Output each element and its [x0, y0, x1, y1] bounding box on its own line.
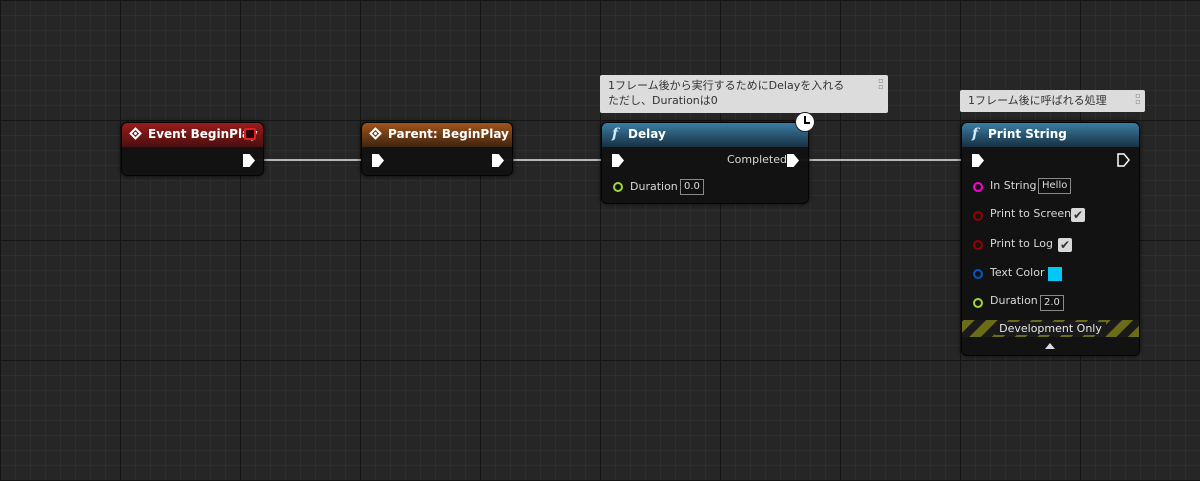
- duration-float-pin[interactable]: [613, 182, 623, 192]
- comment-line-2: ただし、Durationは0: [608, 94, 718, 107]
- completed-exec-output-pin[interactable]: [787, 154, 799, 167]
- node-header[interactable]: Event BeginPlay: [122, 123, 263, 147]
- in-string-value-field[interactable]: Hello: [1038, 178, 1072, 194]
- exec-input-pin[interactable]: [372, 154, 384, 167]
- duration-pin-label: Duration: [990, 294, 1038, 307]
- node-header[interactable]: Parent: BeginPlay: [362, 123, 512, 147]
- clock-icon: [795, 112, 815, 132]
- event-diamond-icon: [369, 127, 382, 140]
- print-string-node[interactable]: f Print String In String Hello Print to …: [961, 122, 1140, 356]
- delegate-square-icon[interactable]: [244, 128, 256, 140]
- duration-value-field[interactable]: 2.0: [1040, 295, 1064, 311]
- print-to-log-label: Print to Log: [990, 237, 1053, 250]
- node-title: Print String: [988, 127, 1067, 141]
- print-comment-bubble[interactable]: 1フレーム後に呼ばれる処理 ▫ ▫: [960, 90, 1145, 112]
- pin-icon[interactable]: ▫ ▫: [1134, 92, 1142, 106]
- print-to-log-checkbox[interactable]: ✔: [1058, 238, 1072, 252]
- completed-pin-label: Completed: [727, 153, 787, 166]
- text-color-swatch[interactable]: [1048, 267, 1062, 281]
- duration-value-field[interactable]: 0.0: [680, 179, 704, 195]
- node-header[interactable]: f Delay: [602, 123, 808, 147]
- pin-icon[interactable]: ▫ ▫: [877, 77, 885, 91]
- exec-output-pin[interactable]: [243, 154, 255, 167]
- parent-begin-play-node[interactable]: Parent: BeginPlay: [361, 122, 513, 176]
- function-f-icon: f: [972, 126, 979, 142]
- triangle-up-icon[interactable]: [1045, 343, 1055, 349]
- delay-node[interactable]: f Delay Completed Duration 0.0: [601, 122, 809, 204]
- comment-line-1: 1フレーム後から実行するためにDelayを入れる: [608, 79, 845, 92]
- function-f-icon: f: [612, 126, 619, 142]
- in-string-label: In String: [990, 179, 1037, 192]
- comment-line: 1フレーム後に呼ばれる処理: [968, 94, 1107, 107]
- event-diamond-icon: [129, 127, 142, 140]
- text-color-label: Text Color: [990, 266, 1045, 279]
- duration-pin-label: Duration: [630, 180, 678, 193]
- event-begin-play-node[interactable]: Event BeginPlay: [121, 122, 264, 176]
- print-to-screen-checkbox[interactable]: ✔: [1071, 208, 1085, 222]
- exec-input-pin[interactable]: [612, 154, 624, 167]
- exec-input-pin[interactable]: [972, 154, 984, 167]
- exec-output-pin[interactable]: [492, 154, 504, 167]
- exec-output-pin-unconnected[interactable]: [1117, 153, 1130, 167]
- node-title: Delay: [628, 127, 666, 141]
- delay-comment-bubble[interactable]: 1フレーム後から実行するためにDelayを入れる ただし、Durationは0 …: [600, 75, 888, 113]
- in-string-pin[interactable]: [973, 182, 983, 192]
- development-only-label: Development Only: [995, 322, 1106, 335]
- print-to-screen-label: Print to Screen: [990, 207, 1072, 220]
- print-to-log-pin[interactable]: [973, 240, 983, 250]
- development-only-banner: Development Only: [962, 320, 1139, 337]
- text-color-pin[interactable]: [973, 269, 983, 279]
- node-title: Parent: BeginPlay: [388, 127, 509, 141]
- duration-float-pin[interactable]: [973, 298, 983, 308]
- node-header[interactable]: f Print String: [962, 123, 1139, 147]
- print-to-screen-pin[interactable]: [973, 211, 983, 221]
- node-title: Event BeginPlay: [148, 127, 258, 141]
